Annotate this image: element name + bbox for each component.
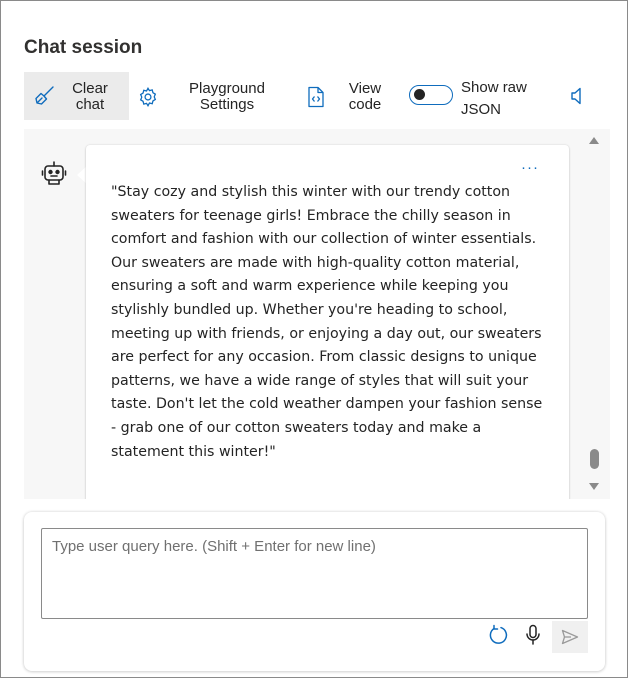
chat-messages-area[interactable]: ··· "Stay cozy and stylish this winter w… (24, 129, 610, 499)
chat-session-panel: Chat session Clear chat Playground Setti… (0, 0, 628, 678)
playground-settings-button[interactable]: Playground Settings (135, 72, 275, 120)
code-file-icon (306, 86, 326, 112)
microphone-icon (524, 624, 542, 650)
view-code-button[interactable]: View code (304, 72, 384, 120)
speaker-button[interactable] (569, 86, 587, 111)
more-options-button[interactable]: ··· (521, 159, 539, 176)
playground-settings-label: Playground Settings (189, 80, 265, 113)
refresh-icon (487, 624, 509, 650)
clear-chat-label: Clear chat (72, 80, 108, 113)
show-raw-json-toggle-group: Show raw JSON (409, 73, 539, 121)
assistant-message-bubble: ··· "Stay cozy and stylish this winter w… (86, 145, 569, 499)
show-raw-json-label: Show raw JSON (461, 79, 527, 118)
scroll-up-arrow[interactable] (589, 137, 599, 144)
show-raw-json-toggle[interactable] (409, 85, 453, 105)
clear-chat-button[interactable]: Clear chat (24, 72, 129, 120)
assistant-message-text: "Stay cozy and stylish this winter with … (111, 184, 543, 460)
user-query-input[interactable] (41, 528, 588, 619)
scrollbar-thumb[interactable] (590, 449, 599, 469)
query-input-card (24, 512, 605, 671)
microphone-button[interactable] (524, 624, 542, 651)
scroll-down-arrow[interactable] (589, 483, 599, 490)
send-button[interactable] (552, 621, 588, 653)
speaker-icon (569, 87, 587, 110)
page-title: Chat session (24, 37, 143, 58)
toggle-knob (414, 89, 425, 100)
view-code-label: View code (348, 80, 382, 113)
refresh-button[interactable] (487, 624, 509, 651)
broom-icon (33, 85, 55, 111)
bot-icon (41, 160, 67, 193)
gear-icon (137, 86, 159, 112)
